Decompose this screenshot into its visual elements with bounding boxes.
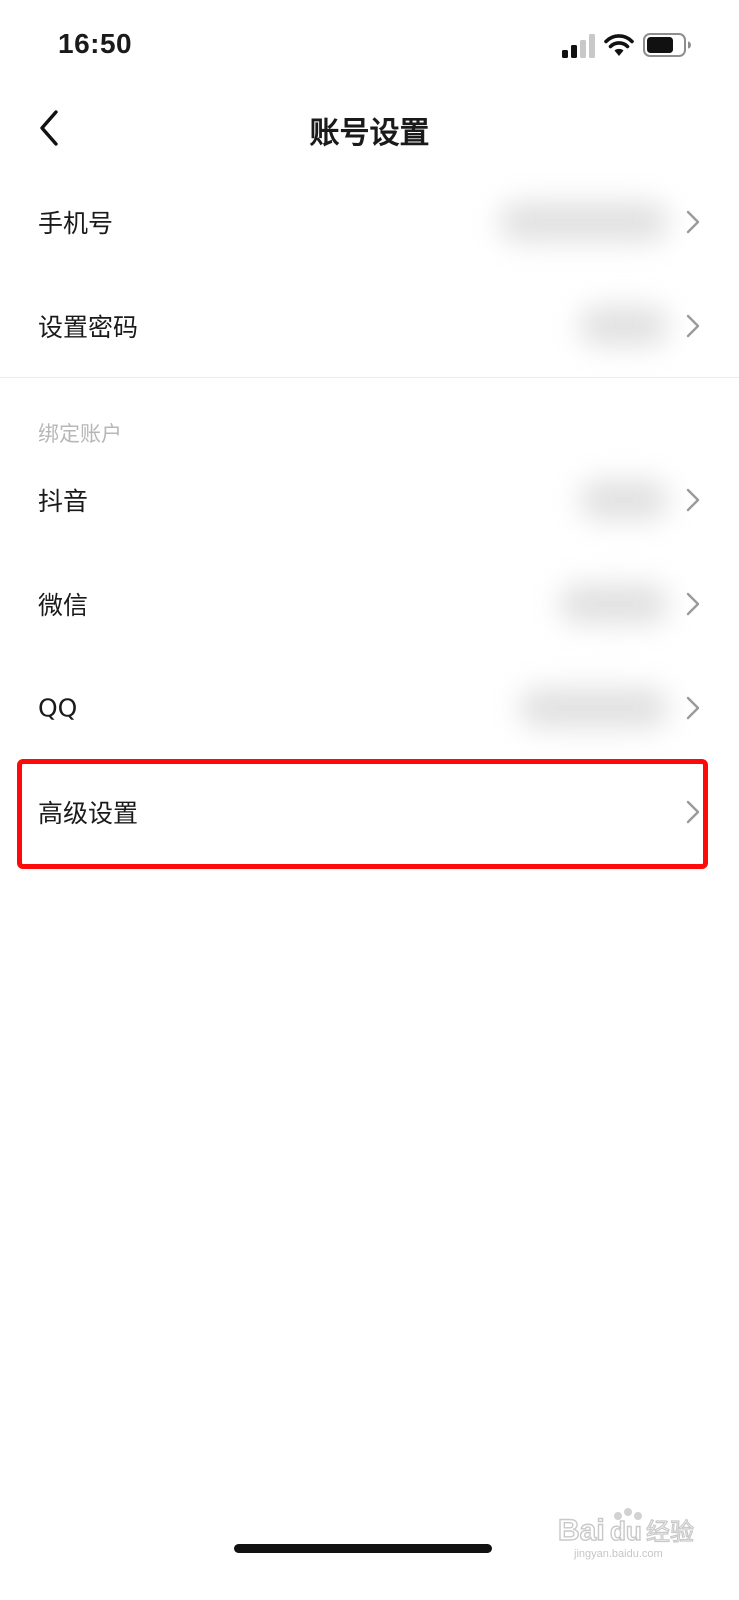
settings-row-wechat[interactable]: 微信 — [0, 552, 739, 656]
wifi-icon — [604, 34, 634, 56]
battery-icon — [643, 33, 691, 57]
watermark-url: jingyan.baidu.com — [574, 1548, 663, 1560]
svg-text:Bai: Bai — [558, 1514, 605, 1547]
settings-row-qq[interactable]: QQ — [0, 656, 739, 760]
row-label: 微信 — [38, 591, 89, 620]
row-label: 高级设置 — [38, 799, 139, 828]
row-label: 手机号 — [38, 209, 114, 238]
home-indicator[interactable] — [234, 1544, 492, 1553]
chevron-right-icon — [686, 592, 700, 616]
chevron-right-icon — [686, 210, 700, 234]
row-label: QQ — [38, 693, 78, 723]
chevron-right-icon — [686, 800, 700, 824]
svg-text:du: du — [610, 1516, 642, 1546]
chevron-right-icon — [686, 696, 700, 720]
section-header-bound-accounts: 绑定账户 — [38, 422, 122, 446]
status-bar: 16:50 — [0, 0, 739, 94]
settings-row-advanced[interactable]: 高级设置 — [0, 760, 739, 864]
blurred-value — [519, 688, 669, 728]
blurred-value — [499, 202, 669, 242]
page-title: 账号设置 — [309, 116, 430, 151]
row-label: 抖音 — [38, 487, 89, 516]
signal-icon — [562, 34, 595, 58]
chevron-right-icon — [686, 314, 700, 338]
nav-bar: 账号设置 — [0, 94, 739, 164]
row-label: 设置密码 — [38, 313, 139, 342]
chevron-right-icon — [686, 488, 700, 512]
status-time: 16:50 — [58, 28, 133, 59]
blurred-value — [579, 480, 669, 520]
svg-text:经验: 经验 — [646, 1518, 694, 1546]
blurred-value — [559, 584, 669, 624]
settings-row-phone[interactable]: 手机号 — [0, 170, 739, 274]
section-divider — [0, 377, 739, 378]
settings-row-douyin[interactable]: 抖音 — [0, 448, 739, 552]
blurred-value — [579, 306, 669, 346]
settings-row-password[interactable]: 设置密码 — [0, 274, 739, 378]
